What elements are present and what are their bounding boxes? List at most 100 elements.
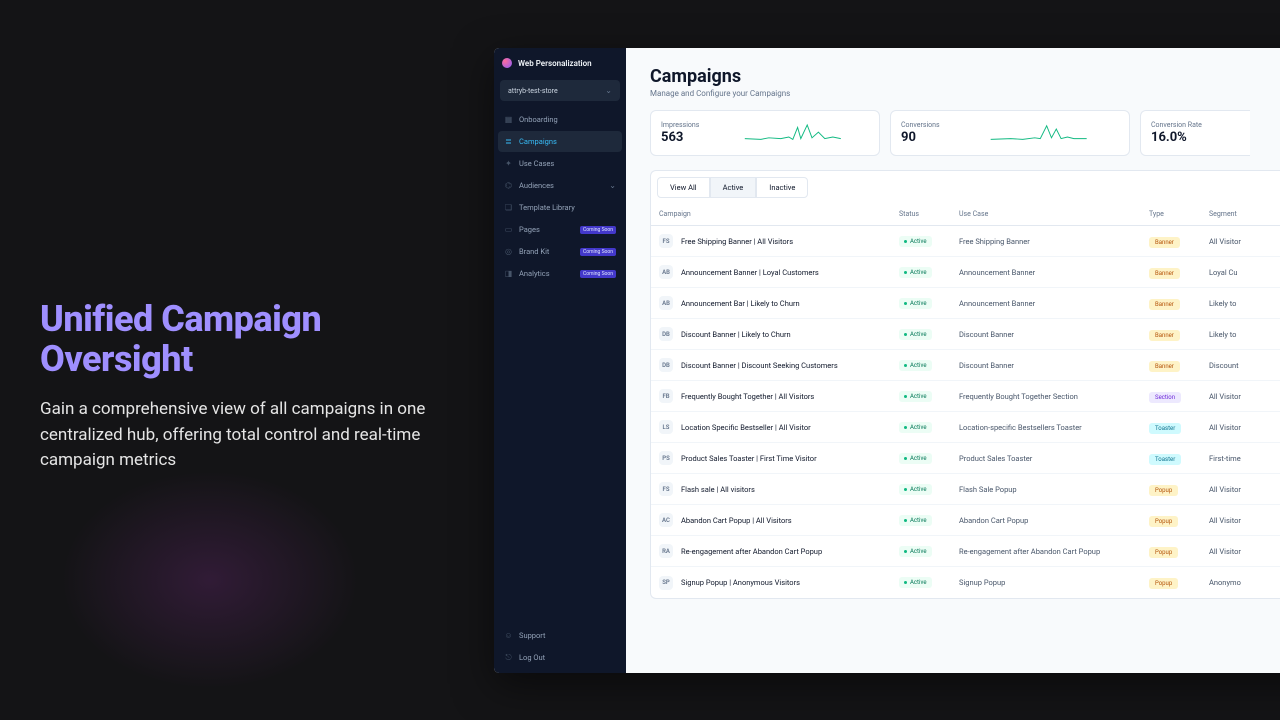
use-case: Discount Banner xyxy=(959,361,1149,370)
col-campaign: Campaign xyxy=(659,210,899,218)
use-case: Flash Sale Popup xyxy=(959,485,1149,494)
nav-brand-kit[interactable]: ◎ Brand Kit Coming Soon xyxy=(498,241,622,262)
page-header: Campaigns Manage and Configure your Camp… xyxy=(650,66,1280,98)
nav-campaigns[interactable]: ≣ Campaigns xyxy=(498,131,622,152)
nav-logout[interactable]: ⎋ Log Out xyxy=(498,647,622,668)
status-badge: Active xyxy=(899,453,932,464)
store-selector[interactable]: attryb-test-store ⌄ xyxy=(500,80,620,101)
status-badge: Active xyxy=(899,329,932,340)
table-row[interactable]: SPSignup Popup | Anonymous VisitorsActiv… xyxy=(651,567,1280,598)
stat-impressions: Impressions 563 xyxy=(650,110,880,156)
grid-icon: ▦ xyxy=(504,115,513,124)
impressions-value: 563 xyxy=(661,130,699,145)
campaign-name: Free Shipping Banner | All Visitors xyxy=(681,237,793,246)
rate-label: Conversion Rate xyxy=(1151,121,1202,129)
table-row[interactable]: DBDiscount Banner | Discount Seeking Cus… xyxy=(651,350,1280,381)
segment: Likely to xyxy=(1209,299,1280,308)
table-row[interactable]: FSFlash sale | All visitorsActiveFlash S… xyxy=(651,474,1280,505)
table-row[interactable]: FSFree Shipping Banner | All VisitorsAct… xyxy=(651,226,1280,257)
campaign-avatar: AB xyxy=(659,265,673,279)
tab-active[interactable]: Active xyxy=(710,177,757,198)
campaign-avatar: LS xyxy=(659,420,673,434)
use-case: Discount Banner xyxy=(959,330,1149,339)
segment: Loyal Cu xyxy=(1209,268,1280,277)
type-badge: Section xyxy=(1149,392,1181,403)
nav-support[interactable]: ☺ Support xyxy=(498,625,622,646)
page-icon: ▭ xyxy=(504,225,513,234)
rate-value: 16.0% xyxy=(1151,130,1202,145)
use-case: Re-engagement after Abandon Cart Popup xyxy=(959,547,1149,556)
table-row[interactable]: AB Announcement Banner | Loyal Customers A… xyxy=(651,257,1280,288)
bottom-nav: ☺ Support ⎋ Log Out xyxy=(494,621,626,673)
segment: Likely to xyxy=(1209,330,1280,339)
status-badge: Active xyxy=(899,360,932,371)
table-row[interactable]: FBFrequently Bought Together | All Visit… xyxy=(651,381,1280,412)
chevron-down-icon: ⌄ xyxy=(609,181,616,190)
nav-analytics[interactable]: ◨ Analytics Coming Soon xyxy=(498,263,622,284)
use-case: Announcement Banner xyxy=(959,299,1149,308)
campaign-name: Announcement Banner | Loyal Customers xyxy=(681,268,819,277)
segment: All Visitor xyxy=(1209,423,1280,432)
campaign-avatar: DB xyxy=(659,327,673,341)
campaign-name: Signup Popup | Anonymous Visitors xyxy=(681,578,800,587)
table-tabs: View All Active Inactive xyxy=(651,171,1280,198)
segment: Anonymo xyxy=(1209,578,1280,587)
table-header: Campaign Status Use Case Type Segment xyxy=(651,202,1280,226)
status-badge: Active xyxy=(899,236,932,247)
conversions-value: 90 xyxy=(901,130,940,145)
coming-soon-badge: Coming Soon xyxy=(580,248,616,256)
conversions-label: Conversions xyxy=(901,121,940,129)
type-badge: Popup xyxy=(1149,516,1178,527)
campaign-name: Re-engagement after Abandon Cart Popup xyxy=(681,547,822,556)
chevron-down-icon: ⌄ xyxy=(605,86,612,95)
campaign-name: Abandon Cart Popup | All Visitors xyxy=(681,516,792,525)
brand-logo-icon xyxy=(502,58,512,68)
campaign-avatar: PS xyxy=(659,451,673,465)
use-case: Signup Popup xyxy=(959,578,1149,587)
status-badge: Active xyxy=(899,422,932,433)
segment: All Visitor xyxy=(1209,547,1280,556)
nav-onboarding[interactable]: ▦ Onboarding xyxy=(498,109,622,130)
table-row[interactable]: ABAnnouncement Bar | Likely to ChurnActi… xyxy=(651,288,1280,319)
status-badge: Active xyxy=(899,298,932,309)
type-badge: Banner xyxy=(1149,237,1180,248)
use-case: Abandon Cart Popup xyxy=(959,516,1149,525)
nav-use-cases[interactable]: ✦ Use Cases xyxy=(498,153,622,174)
sparkle-icon: ✦ xyxy=(504,159,513,168)
nav-pages[interactable]: ▭ Pages Coming Soon xyxy=(498,219,622,240)
table-row[interactable]: DB Discount Banner | Likely to Churn Activ… xyxy=(651,319,1280,350)
campaigns-table: View All Active Inactive Campaign Status… xyxy=(650,170,1280,599)
impressions-label: Impressions xyxy=(661,121,699,129)
segment: All Visitor xyxy=(1209,392,1280,401)
use-case: Location-specific Bestsellers Toaster xyxy=(959,423,1149,432)
brand: Web Personalization xyxy=(494,48,626,76)
use-case: Announcement Banner xyxy=(959,268,1149,277)
status-badge: Active xyxy=(899,267,932,278)
campaign-name: Location Specific Bestseller | All Visit… xyxy=(681,423,811,432)
table-row[interactable]: ACAbandon Cart Popup | All VisitorsActiv… xyxy=(651,505,1280,536)
support-icon: ☺ xyxy=(504,631,513,640)
tab-view-all[interactable]: View All xyxy=(657,177,710,198)
table-row[interactable]: RA Re-engagement after Abandon Cart Popup… xyxy=(651,536,1280,567)
tab-inactive[interactable]: Inactive xyxy=(756,177,808,198)
status-badge: Active xyxy=(899,546,932,557)
type-badge: Banner xyxy=(1149,330,1180,341)
background-glow xyxy=(60,470,360,690)
use-case: Free Shipping Banner xyxy=(959,237,1149,246)
col-use-case: Use Case xyxy=(959,210,1149,218)
conversions-sparkline-icon xyxy=(958,121,1119,145)
nav-templates[interactable]: ❏ Template Library xyxy=(498,197,622,218)
type-badge: Banner xyxy=(1149,361,1180,372)
layers-icon: ❏ xyxy=(504,203,513,212)
campaign-name: Discount Banner | Likely to Churn xyxy=(681,330,791,339)
nav-audiences[interactable]: ⌬ Audiences ⌄ xyxy=(498,175,622,196)
campaign-avatar: RA xyxy=(659,544,673,558)
table-row[interactable]: LS Location Specific Bestseller | All Vis… xyxy=(651,412,1280,443)
segment: Discount xyxy=(1209,361,1280,370)
main-panel: Campaigns Manage and Configure your Camp… xyxy=(626,48,1280,673)
table-row[interactable]: PSProduct Sales Toaster | First Time Vis… xyxy=(651,443,1280,474)
page-title: Campaigns xyxy=(650,66,1280,87)
segment: All Visitor xyxy=(1209,485,1280,494)
segment: All Visitor xyxy=(1209,237,1280,246)
type-badge: Toaster xyxy=(1149,454,1181,465)
